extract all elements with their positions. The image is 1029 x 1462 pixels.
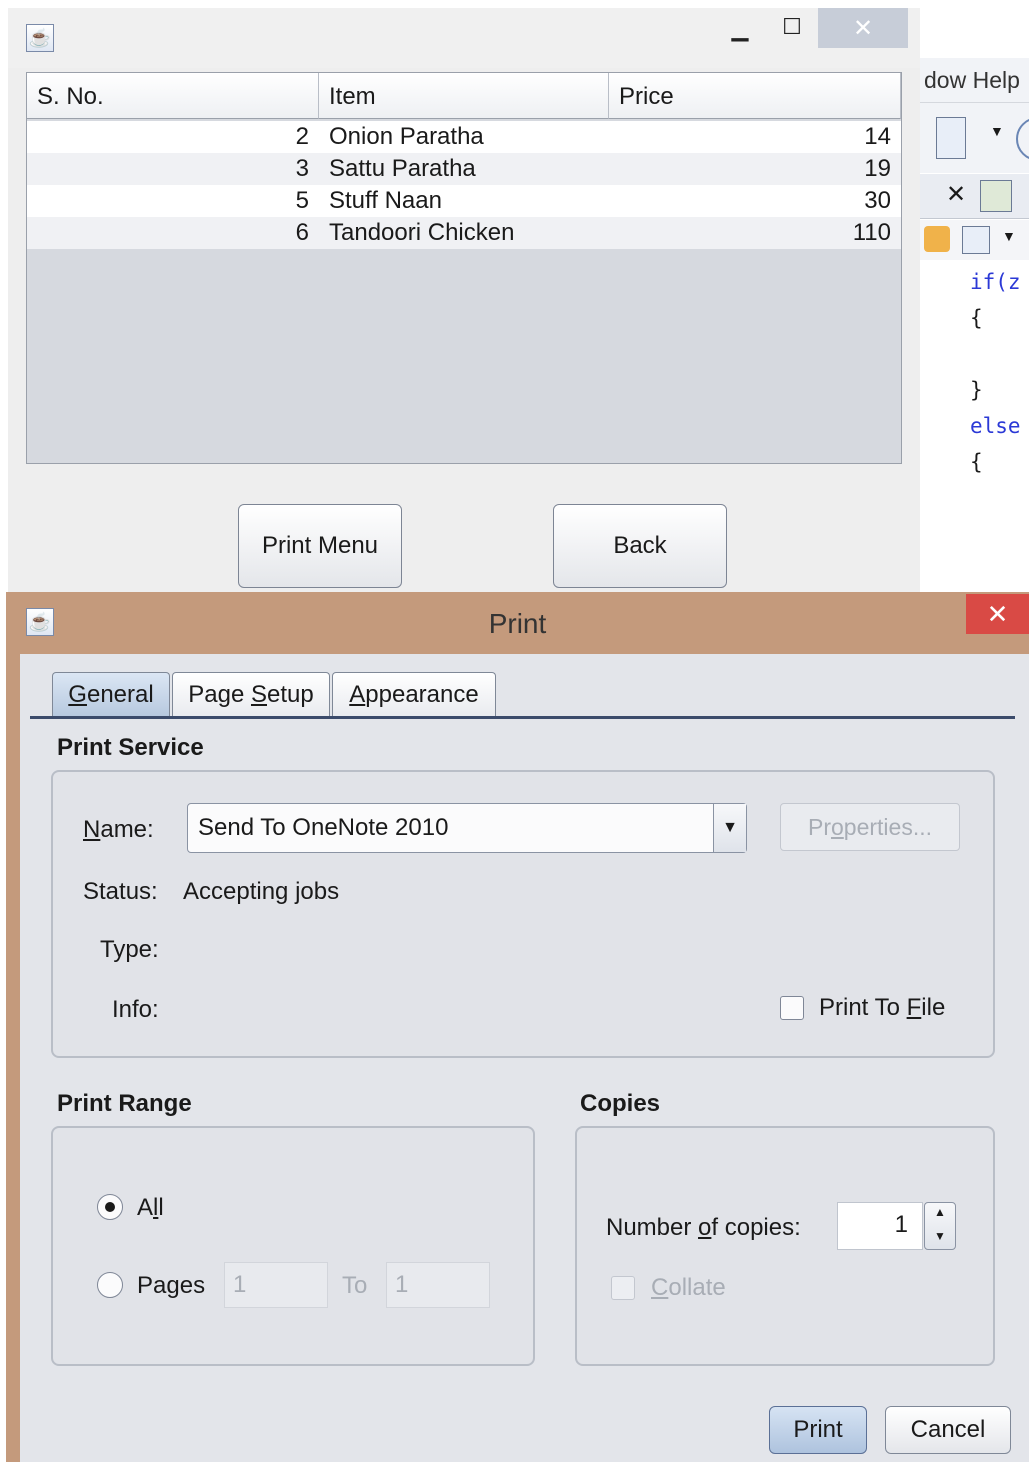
print-to-file-checkbox[interactable] bbox=[780, 996, 804, 1020]
globe-icon[interactable] bbox=[1016, 117, 1029, 161]
print-dialog-titlebar: ☕ Print ✕ bbox=[6, 592, 1029, 654]
print-range-label: Print Range bbox=[57, 1090, 192, 1117]
info-label: Info: bbox=[112, 996, 159, 1023]
column-header-sno[interactable]: S. No. bbox=[27, 73, 319, 119]
menu-table: S. No. Item Price 2 Onion Paratha 14 3 S… bbox=[26, 72, 902, 464]
number-of-copies-label: Number of copies: bbox=[606, 1214, 801, 1241]
tab-appearance[interactable]: Appearance bbox=[332, 672, 496, 716]
close-icon[interactable]: ✕ bbox=[966, 594, 1029, 634]
file-tab-icon[interactable] bbox=[980, 180, 1012, 212]
menu-window: ☕ ▁ ☐ ✕ S. No. Item Price 2 Onion Parath… bbox=[8, 8, 920, 598]
radio-selected-dot bbox=[105, 1202, 115, 1212]
cell-item: Tandoori Chicken bbox=[329, 219, 515, 246]
print-range-group bbox=[51, 1126, 535, 1366]
ide-editor-tabs: ✕ bbox=[920, 174, 1029, 219]
page-from-input[interactable]: 1 bbox=[224, 1262, 328, 1308]
to-label: To bbox=[342, 1272, 368, 1299]
collate-label[interactable]: Collate bbox=[651, 1274, 726, 1302]
print-dialog-body: General Page Setup Appearance Print Serv… bbox=[20, 654, 1029, 1462]
print-service-label: Print Service bbox=[57, 734, 204, 761]
cell-sno: 5 bbox=[295, 187, 309, 214]
cell-item: Sattu Paratha bbox=[329, 155, 476, 182]
back-button[interactable]: Back bbox=[553, 504, 727, 588]
ide-menubar[interactable]: dow Help bbox=[920, 58, 1029, 102]
table-row[interactable]: 6 Tandoori Chicken 110 bbox=[27, 217, 901, 249]
properties-button[interactable]: Pr o perties... bbox=[780, 803, 960, 851]
ide-editor-toolbar: ▼ bbox=[920, 220, 1029, 260]
table-row[interactable]: 2 Onion Paratha 14 bbox=[27, 121, 901, 153]
code-line: { bbox=[970, 450, 983, 474]
cell-sno: 2 bbox=[295, 123, 309, 150]
cell-item: Stuff Naan bbox=[329, 187, 442, 214]
page-range-label[interactable]: Pages bbox=[137, 1272, 205, 1300]
table-row[interactable]: 3 Sattu Paratha 19 bbox=[27, 153, 901, 185]
tab-general[interactable]: General bbox=[52, 672, 170, 716]
status-value: Accepting jobs bbox=[183, 878, 340, 905]
navigate-icon[interactable] bbox=[962, 226, 990, 254]
name-label: Name: bbox=[83, 816, 154, 843]
history-icon[interactable] bbox=[924, 226, 950, 252]
tab-divider bbox=[30, 716, 1015, 719]
tab-label: General bbox=[68, 680, 154, 708]
dropdown-arrow-icon[interactable]: ▼ bbox=[990, 123, 1004, 139]
menu-window-titlebar: ☕ ▁ ☐ ✕ bbox=[8, 8, 920, 68]
all-pages-radio[interactable] bbox=[97, 1194, 123, 1220]
cell-sno: 6 bbox=[295, 219, 309, 246]
page-range-radio[interactable] bbox=[97, 1272, 123, 1298]
cell-price: 110 bbox=[852, 219, 891, 246]
code-line: { bbox=[970, 306, 983, 330]
print-to-file-label[interactable]: Print To File bbox=[819, 994, 945, 1022]
cell-sno: 3 bbox=[295, 155, 309, 182]
print-menu-button[interactable]: Print Menu bbox=[238, 504, 402, 588]
maximize-icon[interactable]: ☐ bbox=[772, 14, 812, 40]
page-to-input[interactable]: 1 bbox=[386, 1262, 490, 1308]
run-config-icon[interactable] bbox=[936, 117, 966, 159]
tab-label: Appearance bbox=[349, 680, 479, 708]
code-line: if(z bbox=[970, 270, 1021, 294]
stepper-up-icon[interactable]: ▲ bbox=[925, 1205, 955, 1219]
code-line: else bbox=[970, 414, 1021, 438]
close-icon[interactable]: ✕ bbox=[818, 8, 908, 48]
ide-window: dow Help ▼ ✕ ▼ if(z { } else { bbox=[920, 8, 1029, 598]
dropdown-arrow-icon[interactable]: ▼ bbox=[1002, 228, 1016, 244]
tab-label: Page Setup bbox=[188, 680, 314, 708]
java-app-icon: ☕ bbox=[26, 24, 54, 52]
copies-label: Copies bbox=[580, 1090, 661, 1117]
cell-price: 19 bbox=[864, 155, 891, 182]
copies-stepper[interactable]: ▲ ▼ bbox=[924, 1202, 956, 1250]
dialog-title: Print bbox=[488, 608, 547, 639]
copies-input[interactable]: 1 bbox=[837, 1202, 923, 1250]
ide-toolbar: ▼ bbox=[920, 102, 1029, 173]
table-row[interactable]: 5 Stuff Naan 30 bbox=[27, 185, 901, 217]
cell-price: 14 bbox=[864, 123, 891, 150]
cancel-button[interactable]: Cancel bbox=[885, 1406, 1011, 1454]
print-dialog: ☕ Print ✕ General Page Setup Appearance … bbox=[6, 592, 1029, 1462]
stepper-down-icon[interactable]: ▼ bbox=[925, 1229, 955, 1243]
printer-name-select[interactable]: Send To OneNote 2010 ▼ bbox=[187, 803, 747, 853]
cell-item: Onion Paratha bbox=[329, 123, 484, 150]
chevron-down-icon[interactable]: ▼ bbox=[713, 804, 746, 852]
cell-price: 30 bbox=[864, 187, 891, 214]
all-pages-label[interactable]: All bbox=[137, 1194, 164, 1222]
code-line: } bbox=[970, 378, 983, 402]
column-header-price[interactable]: Price bbox=[609, 73, 901, 119]
tab-page-setup[interactable]: Page Setup bbox=[172, 672, 330, 716]
minimize-icon[interactable]: ▁ bbox=[720, 16, 760, 42]
type-label: Type: bbox=[100, 936, 159, 963]
column-header-item[interactable]: Item bbox=[319, 73, 609, 119]
print-button[interactable]: Print bbox=[769, 1406, 867, 1454]
close-tab-icon[interactable]: ✕ bbox=[946, 180, 966, 209]
status-label: Status: bbox=[83, 878, 158, 905]
printer-name-value: Send To OneNote 2010 bbox=[198, 814, 449, 841]
collate-checkbox[interactable] bbox=[611, 1276, 635, 1300]
